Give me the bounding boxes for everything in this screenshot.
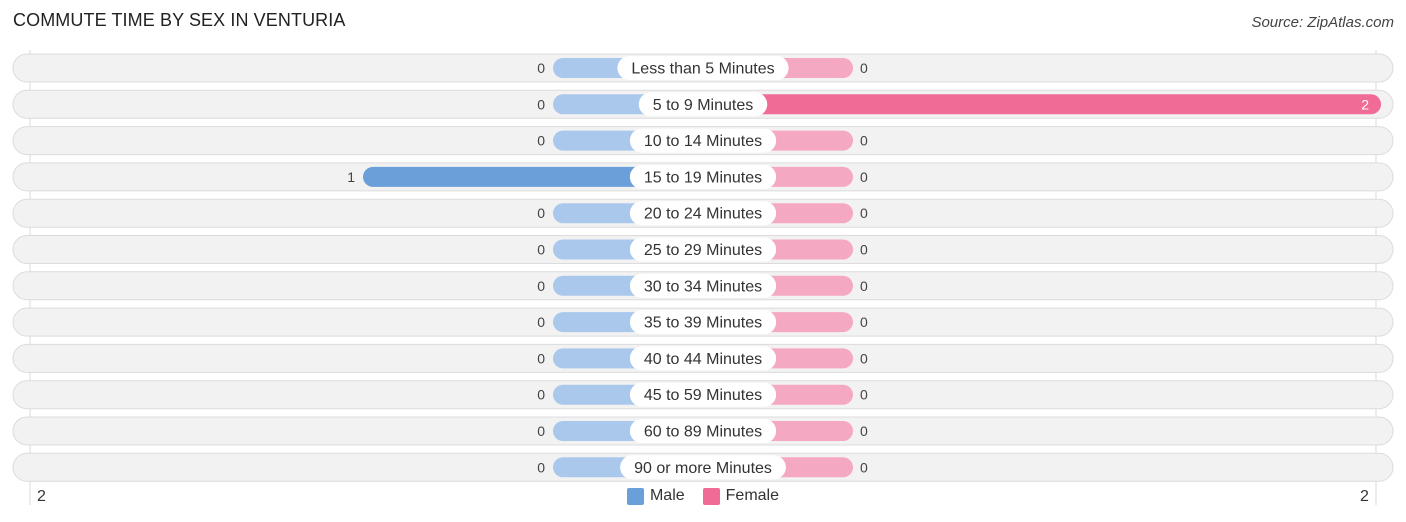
- value-label-female: 0: [860, 350, 868, 366]
- legend-swatch-female: [702, 487, 720, 505]
- value-label-female: 0: [860, 314, 868, 330]
- value-label-female: 0: [860, 459, 868, 475]
- category-label: Less than 5 Minutes: [631, 61, 774, 78]
- value-label-female: 0: [860, 423, 868, 439]
- legend-item-male[interactable]: Male: [626, 487, 685, 505]
- value-label-female: 2: [1361, 96, 1369, 112]
- value-label-male: 0: [537, 133, 545, 149]
- category-label: 10 to 14 Minutes: [644, 133, 762, 150]
- value-label-male: 1: [347, 169, 355, 185]
- value-label-male: 0: [537, 278, 545, 294]
- legend-item-female[interactable]: Female: [702, 487, 780, 505]
- value-label-male: 0: [537, 314, 545, 330]
- category-label: 5 to 9 Minutes: [653, 97, 754, 114]
- category-label: 45 to 59 Minutes: [644, 387, 762, 404]
- chart-canvas: 0 0 Less than 5 Minutes 0 2 5 to 9 Minutes 0 0 1…: [12, 50, 1394, 505]
- legend-swatch-male: [626, 487, 644, 505]
- value-label-male: 0: [537, 60, 545, 76]
- value-label-female: 0: [860, 133, 868, 149]
- category-label: 15 to 19 Minutes: [644, 169, 762, 186]
- legend: Male Female: [0, 487, 1406, 505]
- category-label: 35 to 39 Minutes: [644, 315, 762, 332]
- category-label: 60 to 89 Minutes: [644, 424, 762, 441]
- value-label-female: 0: [860, 205, 868, 221]
- value-label-female: 0: [860, 242, 868, 258]
- value-label-male: 0: [537, 423, 545, 439]
- value-label-female: 0: [860, 60, 868, 76]
- category-label: 20 to 24 Minutes: [644, 206, 762, 223]
- value-label-female: 0: [860, 278, 868, 294]
- value-label-female: 0: [860, 169, 868, 185]
- legend-label-female: Female: [725, 487, 780, 504]
- category-label: 40 to 44 Minutes: [644, 351, 762, 368]
- value-label-male: 0: [537, 242, 545, 258]
- value-label-female: 0: [860, 387, 868, 403]
- value-label-male: 0: [537, 387, 545, 403]
- category-label: 30 to 34 Minutes: [644, 278, 762, 295]
- value-label-male: 0: [537, 459, 545, 475]
- bar-female: [703, 94, 1381, 115]
- legend-label-male: Male: [649, 487, 685, 504]
- category-label: 90 or more Minutes: [634, 460, 772, 477]
- category-label: 25 to 29 Minutes: [644, 242, 762, 259]
- value-label-male: 0: [537, 96, 545, 112]
- value-label-male: 0: [537, 205, 545, 221]
- value-label-male: 0: [537, 350, 545, 366]
